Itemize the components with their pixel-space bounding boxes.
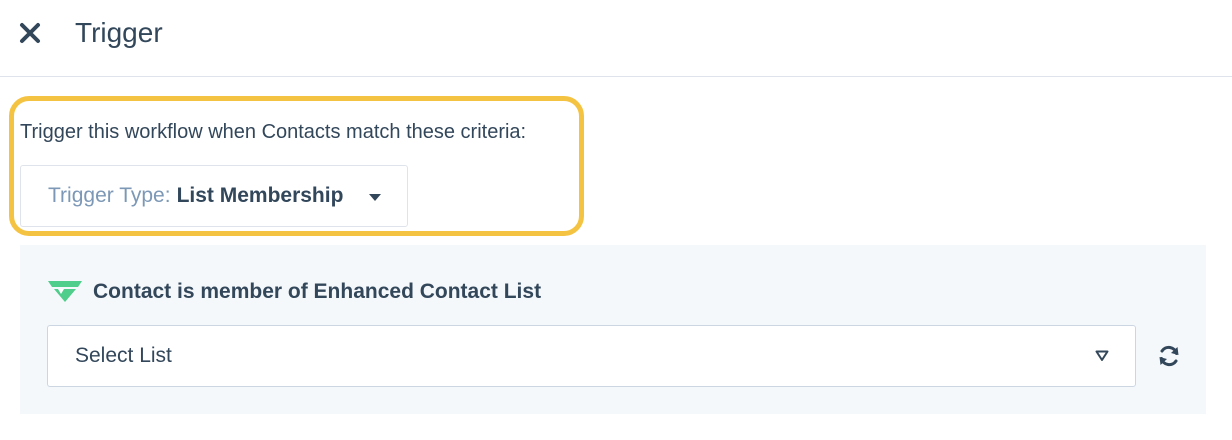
criteria-description: Trigger this workflow when Contacts matc…: [20, 121, 527, 143]
trigger-type-dropdown[interactable]: Trigger Type: List Membership: [20, 165, 408, 227]
close-icon: [20, 23, 40, 43]
caret-down-icon: [1095, 350, 1109, 361]
caret-down-icon: [369, 194, 381, 201]
close-button[interactable]: [14, 17, 46, 49]
criteria-title: Contact is member of Enhanced Contact Li…: [93, 280, 542, 303]
header-bar: Trigger: [0, 0, 1232, 77]
trigger-type-value: List Membership: [176, 184, 344, 207]
select-list-dropdown[interactable]: Select List: [47, 325, 1136, 387]
page-title: Trigger: [75, 17, 163, 48]
select-list-placeholder: Select List: [75, 344, 172, 367]
integration-logo-icon: [48, 281, 82, 302]
refresh-button[interactable]: [1155, 342, 1183, 370]
trigger-type-label: Trigger Type:: [48, 184, 171, 207]
refresh-icon: [1159, 345, 1179, 367]
trigger-criteria-panel: Contact is member of Enhanced Contact Li…: [20, 245, 1206, 414]
